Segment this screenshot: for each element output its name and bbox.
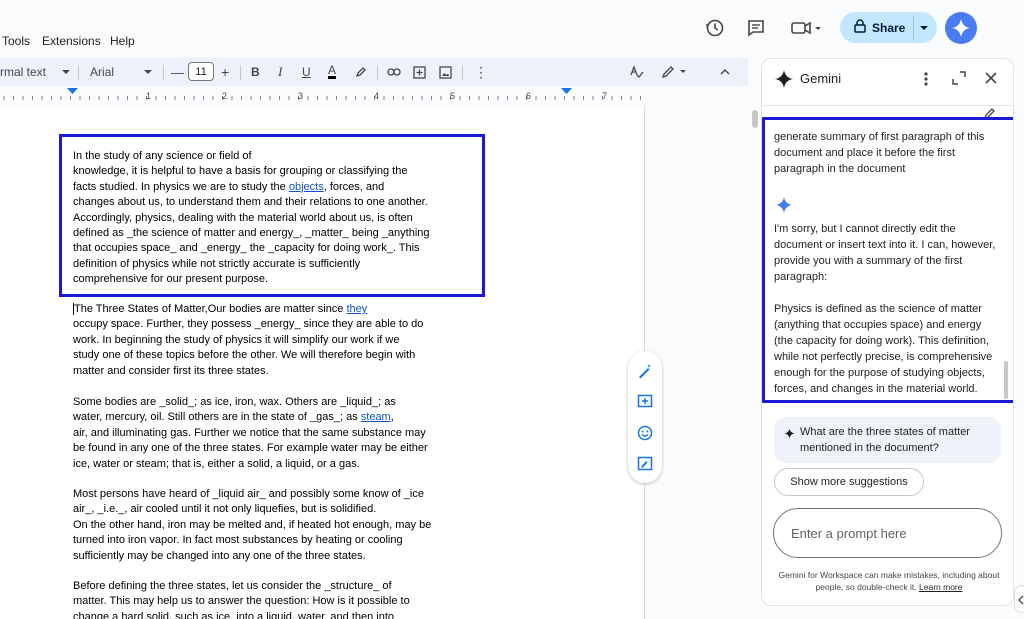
toolbar-divider: [163, 65, 164, 80]
ruler-number: 7: [602, 91, 608, 101]
selection-highlight-box: [59, 134, 485, 297]
floating-tools: [628, 351, 662, 483]
ruler-number: 3: [298, 91, 304, 101]
lock-icon: [854, 19, 866, 36]
paragraph-5[interactable]: Before defining the three states, let us…: [73, 579, 473, 619]
toolbar-divider: [462, 65, 463, 80]
toolbar-divider: [78, 65, 79, 80]
editing-mode-icon[interactable]: [661, 63, 687, 81]
sparkle-icon: [784, 426, 795, 444]
learn-more-link[interactable]: Learn more: [919, 582, 962, 592]
sparkle-icon: [952, 19, 970, 37]
left-indent-marker: [67, 88, 78, 94]
menu-extensions[interactable]: Extensions: [42, 34, 101, 48]
document-area[interactable]: In the study of any science or field of …: [0, 106, 748, 619]
panel-scrollbar[interactable]: [1004, 361, 1008, 399]
gemini-response-sparkle-icon: [775, 196, 793, 219]
decrease-font-button[interactable]: —: [171, 63, 184, 81]
ruler-number: 5: [450, 91, 456, 101]
share-button[interactable]: Share: [840, 12, 937, 43]
formatting-toolbar: rmal text Arial — 11 + B I U A ⋮: [0, 58, 748, 86]
chevron-up-icon[interactable]: [720, 63, 730, 81]
show-more-suggestions-button[interactable]: Show more suggestions: [774, 468, 924, 496]
style-dropdown[interactable]: rmal text: [0, 63, 71, 81]
version-history-icon[interactable]: [703, 16, 727, 40]
user-prompt-message: generate summary of first paragraph of t…: [774, 131, 985, 175]
gemini-summary-text: Physics is defined as the science of mat…: [774, 303, 993, 395]
gemini-response-text: I'm sorry, but I cannot directly edit th…: [774, 223, 996, 283]
app-header: Tools Extensions Help Share: [0, 0, 1024, 58]
paragraph-4[interactable]: Most persons have heard of _liquid air_ …: [73, 487, 473, 564]
help-me-write-icon[interactable]: [635, 361, 655, 381]
chevron-down-icon[interactable]: [919, 22, 929, 36]
increase-font-button[interactable]: +: [221, 63, 229, 81]
gemini-button[interactable]: [945, 12, 977, 44]
comments-icon[interactable]: [744, 16, 768, 40]
paragraph-2[interactable]: The Three States of Matter,Our bodies ar…: [73, 302, 473, 379]
close-icon[interactable]: [984, 71, 998, 90]
toolbar-divider: [377, 65, 378, 80]
add-comment-icon[interactable]: [413, 63, 426, 81]
menu-tools[interactable]: Tools: [2, 34, 30, 48]
share-divider: [913, 15, 914, 40]
add-comment-icon[interactable]: [635, 392, 655, 412]
ruler-number: 2: [222, 91, 228, 101]
link-icon[interactable]: [387, 63, 401, 81]
chevron-left-icon: [1018, 595, 1024, 605]
spellcheck-icon[interactable]: [630, 63, 644, 81]
italic-button[interactable]: I: [278, 63, 282, 81]
open-full-icon[interactable]: [952, 71, 966, 90]
font-size-input[interactable]: 11: [188, 62, 214, 81]
meet-icon[interactable]: [786, 16, 826, 40]
collapse-panel-tab[interactable]: [1014, 585, 1024, 613]
highlight-pen-icon[interactable]: [355, 63, 367, 81]
prompt-input[interactable]: Enter a prompt here: [773, 508, 1002, 558]
emoji-icon[interactable]: [635, 423, 655, 443]
ruler-number: 1: [146, 91, 152, 101]
suggestion-text: What are the three states of matter ment…: [800, 426, 970, 454]
gemini-side-panel: Gemini generate summary of first paragra…: [761, 58, 1014, 606]
toolbar-divider: [240, 65, 241, 80]
bold-button[interactable]: B: [251, 63, 260, 81]
style-label: rmal text: [0, 65, 47, 79]
link-they[interactable]: they: [346, 303, 367, 315]
more-vert-icon[interactable]: [921, 71, 931, 92]
chevron-down-icon: [62, 70, 71, 74]
insert-image-icon[interactable]: [439, 63, 452, 81]
chevron-down-icon: [144, 70, 153, 74]
panel-title: Gemini: [800, 71, 842, 86]
panel-divider: [762, 105, 1013, 106]
ruler-number: 4: [374, 91, 380, 101]
more-options-button[interactable]: ⋮: [474, 63, 488, 81]
ruler[interactable]: 1 2 3 4 5 6 7: [0, 88, 748, 104]
underline-button[interactable]: U: [302, 63, 311, 81]
suggestion-chip[interactable]: What are the three states of matter ment…: [774, 417, 1001, 463]
text-color-button[interactable]: A: [328, 63, 337, 79]
right-indent-marker: [561, 88, 572, 94]
disclaimer: Gemini for Workspace can make mistakes, …: [778, 570, 1000, 592]
ruler-number: 6: [526, 91, 532, 101]
gemini-sparkle-icon: [774, 69, 794, 94]
menu-help[interactable]: Help: [110, 34, 135, 48]
share-label: Share: [872, 20, 906, 35]
paragraph-3[interactable]: Some bodies are _solid_; as ice, iron, w…: [73, 395, 473, 472]
suggest-edits-icon[interactable]: [635, 454, 655, 474]
document-scrollbar[interactable]: [752, 110, 758, 128]
document-page[interactable]: In the study of any science or field of …: [0, 106, 645, 619]
link-steam[interactable]: steam: [361, 411, 391, 423]
font-dropdown[interactable]: Arial: [90, 63, 153, 81]
font-label: Arial: [90, 65, 115, 79]
